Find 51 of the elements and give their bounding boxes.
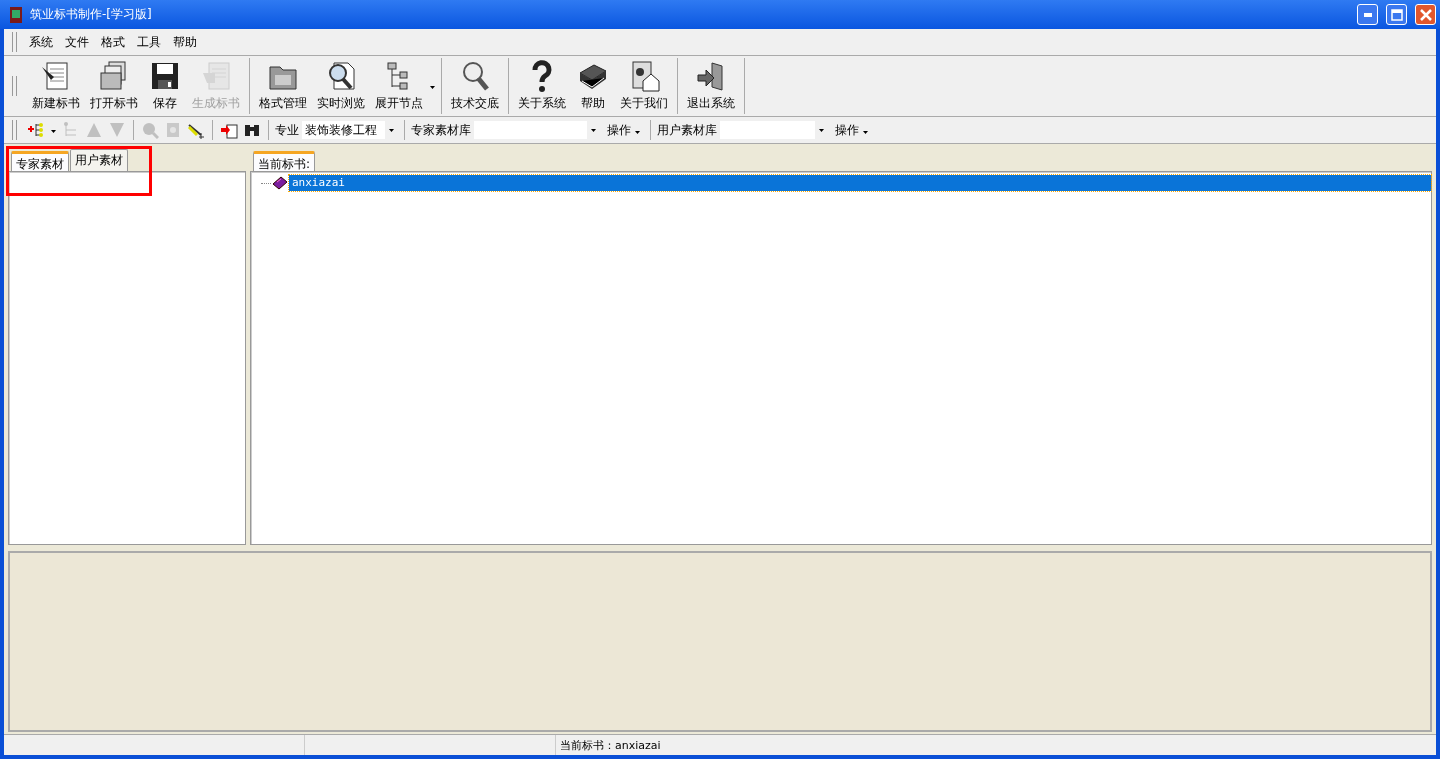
caret-icon	[862, 130, 868, 134]
menu-item[interactable]: 文件	[59, 31, 95, 53]
action-menu-button[interactable]: 操作	[603, 121, 644, 139]
toolbar-button[interactable]: 关于系统	[513, 57, 571, 114]
toolbar-button[interactable]: 格式管理	[254, 57, 312, 114]
maximize-icon	[1390, 8, 1403, 21]
up-arrow-icon	[85, 121, 103, 139]
dropdown-value: 装饰装修工程	[305, 121, 377, 139]
add-node-icon	[27, 121, 45, 139]
status-text: 当前标书：anxiazai	[559, 737, 661, 753]
caret-icon	[634, 130, 640, 134]
expert-library-label: 专家素材库	[411, 121, 471, 139]
specialty-dropdown[interactable]: 装饰装修工程	[302, 121, 398, 139]
menu-item[interactable]: 格式	[95, 31, 131, 53]
action-menu-button[interactable]: 操作	[830, 121, 872, 139]
toolbar-button[interactable]: 关于我们	[615, 57, 673, 114]
caret-icon	[591, 128, 596, 132]
magnifier-icon	[141, 121, 159, 139]
toolbar-button[interactable]: 帮助	[571, 57, 615, 114]
caret-icon	[51, 129, 56, 133]
book-icon	[271, 175, 289, 191]
toolbar-button[interactable]: 技术交底	[446, 57, 504, 114]
caret-icon	[818, 128, 824, 132]
minimize-button[interactable]	[1357, 4, 1378, 25]
toolbar-button[interactable]: 打开标书	[85, 57, 143, 114]
toolbar-button[interactable]: 退出系统	[682, 57, 740, 114]
minimize-icon	[1363, 12, 1372, 17]
caret-icon	[389, 128, 394, 132]
specialty-label: 专业	[275, 121, 299, 139]
tree-item[interactable]: anxiazai	[289, 175, 1431, 191]
caret-icon	[430, 85, 435, 89]
user-library-label: 用户素材库	[656, 121, 717, 139]
close-icon	[1419, 8, 1432, 21]
tab[interactable]: 专家素材	[11, 151, 69, 171]
maximize-button[interactable]	[1386, 4, 1407, 25]
menu-item[interactable]: 工具	[131, 31, 167, 53]
window-title: 筑业标书制作-[学习版]	[30, 6, 153, 23]
toolbar-button[interactable]: 展开节点	[370, 57, 428, 114]
tab[interactable]: 当前标书:	[253, 151, 316, 171]
tab[interactable]: 用户素材	[70, 149, 128, 171]
toolbar-button[interactable]: 实时浏览	[312, 57, 370, 114]
down-arrow-icon	[108, 121, 126, 139]
toolbar-button[interactable]: 保存	[143, 57, 187, 114]
import-icon	[220, 121, 238, 139]
close-button[interactable]	[1415, 4, 1436, 25]
menu-item[interactable]: 系统	[23, 31, 59, 53]
menu-item[interactable]: 帮助	[167, 31, 203, 53]
app-icon	[8, 5, 24, 24]
document-icon	[164, 121, 182, 139]
pen-icon	[187, 121, 205, 139]
toolbar-button[interactable]: 新建标书	[27, 57, 85, 114]
